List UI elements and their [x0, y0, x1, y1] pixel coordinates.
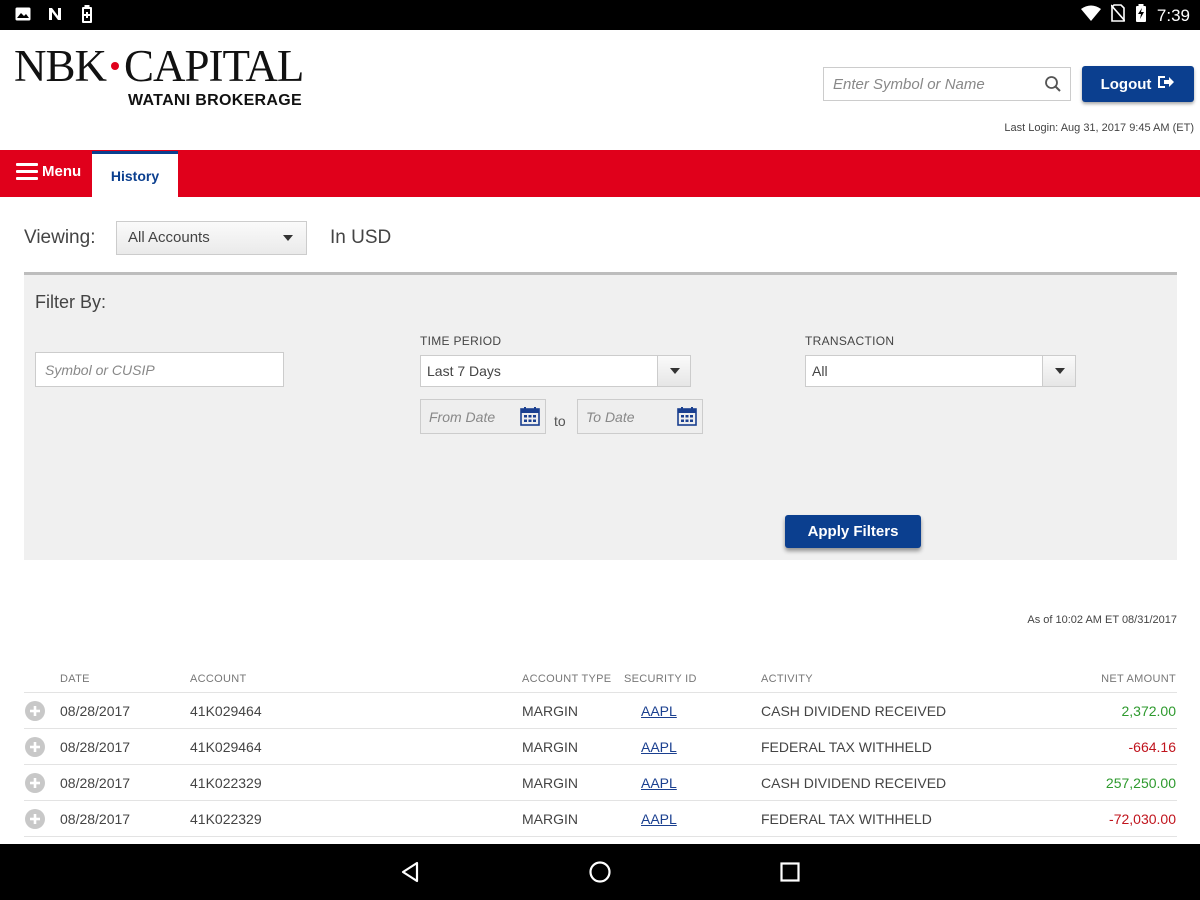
main-nav-bar: Menu History [0, 150, 1200, 197]
search-icon[interactable] [1044, 75, 1064, 95]
cell-account: 41K029464 [190, 739, 262, 755]
to-label: to [554, 413, 566, 429]
logo-subtitle: WATANI BROKERAGE [128, 92, 302, 109]
image-icon [14, 5, 32, 23]
n-icon [46, 5, 64, 23]
table-row: 08/28/2017 41K029464 MARGIN AAPL CASH DI… [24, 693, 1177, 729]
table-row: 08/28/2017 41K029464 MARGIN AAPL FEDERAL… [24, 729, 1177, 765]
to-date-field [577, 399, 703, 434]
account-select[interactable]: All Accounts [116, 221, 307, 255]
android-nav-bar [0, 844, 1200, 900]
cell-account: 41K022329 [190, 775, 262, 791]
to-date-input[interactable] [578, 400, 668, 433]
transaction-value: All [812, 363, 828, 379]
column-header-account-type: ACCOUNT TYPE [522, 673, 612, 685]
chevron-down-icon [1042, 356, 1075, 386]
from-date-input[interactable] [421, 400, 511, 433]
security-link[interactable]: AAPL [641, 775, 677, 791]
symbol-search-box [823, 67, 1071, 101]
recents-icon[interactable] [778, 860, 802, 884]
cell-account-type: MARGIN [522, 703, 578, 719]
cell-activity: CASH DIVIDEND RECEIVED [761, 703, 947, 719]
cell-net-amount: 257,250.00 [1105, 775, 1176, 791]
as-of-timestamp: As of 10:02 AM ET 08/31/2017 [1027, 614, 1177, 626]
wifi-icon [1080, 5, 1101, 26]
calendar-icon[interactable] [677, 406, 697, 426]
cell-net-amount: 2,372.00 [1121, 703, 1177, 719]
cell-date: 08/28/2017 [60, 775, 131, 791]
cell-activity: FEDERAL TAX WITHHELD [761, 811, 932, 827]
column-header-net-amount: NET AMOUNT [1101, 673, 1176, 685]
cell-account-type: MARGIN [522, 739, 578, 755]
logo-dot [111, 62, 120, 71]
filter-title: Filter By: [35, 292, 107, 312]
cell-activity: FEDERAL TAX WITHHELD [761, 739, 932, 755]
app-header: NBK CAPITAL WATANI BROKERAGE Logout Last … [0, 30, 1200, 150]
from-date-field [420, 399, 546, 434]
filter-panel: Filter By: TIME PERIOD Last 7 Days to TR… [24, 272, 1177, 560]
clock: 7:39 [1156, 5, 1190, 25]
column-header-account: ACCOUNT [190, 673, 247, 685]
expand-plus-icon[interactable] [24, 808, 46, 830]
logout-icon [1157, 74, 1175, 94]
home-icon[interactable] [588, 860, 612, 884]
currency-label: In USD [330, 227, 392, 248]
last-login-text: Last Login: Aug 31, 2017 9:45 AM (ET) [1004, 122, 1194, 134]
account-select-value: All Accounts [128, 229, 210, 246]
transaction-label: TRANSACTION [805, 334, 895, 348]
viewing-label: Viewing: [24, 227, 96, 248]
back-icon[interactable] [398, 860, 422, 884]
security-link[interactable]: AAPL [641, 739, 677, 755]
logout-label: Logout [1100, 75, 1152, 93]
column-header-date: DATE [60, 673, 90, 685]
menu-label: Menu [42, 163, 82, 180]
time-period-label: TIME PERIOD [420, 334, 502, 348]
chevron-down-icon [283, 235, 293, 241]
logout-button[interactable]: Logout [1082, 66, 1194, 102]
expand-plus-icon[interactable] [24, 736, 46, 758]
table-header: DATE ACCOUNT ACCOUNT TYPE SECURITY ID AC… [24, 668, 1177, 693]
time-period-select[interactable]: Last 7 Days [420, 355, 691, 387]
column-header-security-id: SECURITY ID [624, 673, 697, 685]
expand-plus-icon[interactable] [24, 772, 46, 794]
expand-plus-icon[interactable] [24, 700, 46, 722]
symbol-cusip-field [35, 352, 284, 387]
history-table: DATE ACCOUNT ACCOUNT TYPE SECURITY ID AC… [24, 668, 1177, 837]
cell-account-type: MARGIN [522, 775, 578, 791]
column-header-activity: ACTIVITY [761, 673, 813, 685]
cell-account-type: MARGIN [522, 811, 578, 827]
cell-date: 08/28/2017 [60, 811, 131, 827]
table-row: 08/28/2017 41K022329 MARGIN AAPL CASH DI… [24, 765, 1177, 801]
menu-button[interactable]: Menu [16, 163, 81, 180]
status-bar: 7:39 [0, 0, 1200, 30]
tab-history[interactable]: History [92, 151, 178, 197]
security-link[interactable]: AAPL [641, 703, 677, 719]
symbol-cusip-input[interactable] [36, 353, 283, 386]
transaction-select[interactable]: All [805, 355, 1076, 387]
no-sim-icon [1110, 4, 1126, 27]
cell-date: 08/28/2017 [60, 703, 131, 719]
apply-filters-button[interactable]: Apply Filters [785, 515, 921, 548]
cell-account: 41K029464 [190, 703, 262, 719]
cell-activity: CASH DIVIDEND RECEIVED [761, 775, 947, 791]
nbk-capital-logo[interactable]: NBK CAPITAL WATANI BROKERAGE [14, 40, 304, 109]
cell-account: 41K022329 [190, 811, 262, 827]
calendar-icon[interactable] [520, 406, 540, 426]
cell-net-amount: -72,030.00 [1109, 811, 1176, 827]
chevron-down-icon [657, 356, 690, 386]
logo-main-left: NBK [14, 41, 107, 91]
symbol-search-input[interactable] [824, 68, 1034, 100]
security-link[interactable]: AAPL [641, 811, 677, 827]
cell-date: 08/28/2017 [60, 739, 131, 755]
hamburger-icon [16, 163, 38, 180]
battery-saver-icon [78, 5, 96, 23]
time-period-value: Last 7 Days [427, 363, 501, 379]
cell-net-amount: -664.16 [1128, 739, 1176, 755]
battery-charging-icon [1135, 4, 1147, 27]
table-row: 08/28/2017 41K022329 MARGIN AAPL FEDERAL… [24, 801, 1177, 837]
logo-main-right: CAPITAL [124, 41, 304, 91]
